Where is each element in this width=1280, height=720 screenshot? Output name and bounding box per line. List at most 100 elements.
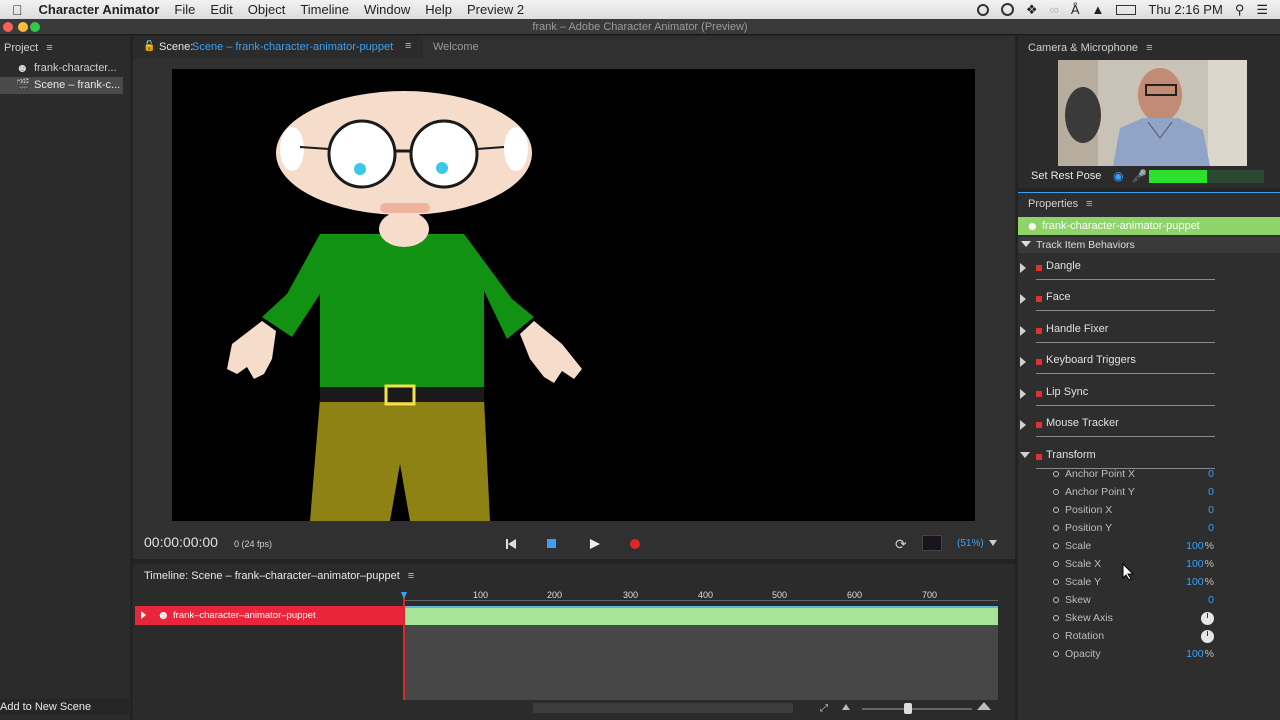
- track-bar[interactable]: [404, 606, 998, 625]
- dropbox-icon[interactable]: ❖: [1026, 2, 1038, 18]
- enable-toggle[interactable]: [1036, 391, 1042, 397]
- timeline-scrollbar[interactable]: [533, 703, 793, 713]
- zoom-slider-thumb[interactable]: [904, 703, 912, 714]
- zoom-level[interactable]: (51%): [957, 538, 984, 549]
- play-button[interactable]: [589, 537, 601, 549]
- menu-file[interactable]: File: [174, 2, 195, 17]
- behavior-keyboard-triggers[interactable]: Keyboard Triggers: [1018, 354, 1280, 384]
- properties-menu-icon[interactable]: ≡: [1086, 198, 1092, 210]
- go-to-start-button[interactable]: [505, 537, 517, 549]
- tab-welcome[interactable]: Welcome: [433, 41, 479, 53]
- playhead-handle[interactable]: [401, 592, 407, 599]
- param-anchor-point-y[interactable]: Anchor Point Y 0: [1018, 485, 1218, 503]
- menu-window[interactable]: Window: [364, 2, 410, 17]
- bluetooth-icon[interactable]: Å: [1071, 2, 1080, 17]
- param-rotation[interactable]: Rotation: [1018, 629, 1218, 647]
- timeline-ruler[interactable]: 100 200 300 400 500 600 700: [403, 588, 998, 604]
- param-value[interactable]: 100%: [1186, 540, 1214, 552]
- param-value[interactable]: 0: [1208, 486, 1214, 498]
- puppet-frank[interactable]: [172, 69, 975, 521]
- expand-track-icon[interactable]: [141, 611, 146, 619]
- add-to-new-scene-button[interactable]: Add to New Scene: [0, 699, 130, 715]
- search-icon[interactable]: ⚲: [1235, 2, 1245, 18]
- menu-timeline[interactable]: Timeline: [300, 2, 349, 17]
- behavior-mouse-tracker[interactable]: Mouse Tracker: [1018, 417, 1280, 447]
- param-value[interactable]: 0: [1208, 504, 1214, 516]
- menu-help[interactable]: Help: [425, 2, 452, 17]
- timeline-menu-icon[interactable]: ≡: [408, 570, 414, 582]
- scene-stage[interactable]: [172, 69, 975, 521]
- battery-icon[interactable]: [1116, 4, 1137, 15]
- param-position-x[interactable]: Position X 0: [1018, 503, 1218, 521]
- param-scale-x[interactable]: Scale X 100%: [1018, 557, 1218, 575]
- menu-preview[interactable]: Preview 2: [467, 2, 524, 17]
- background-color-swatch[interactable]: [922, 535, 942, 551]
- minimize-icon[interactable]: [18, 22, 28, 32]
- param-scale-y[interactable]: Scale Y 100%: [1018, 575, 1218, 593]
- expand-icon[interactable]: [1020, 420, 1026, 430]
- scene-menu-icon[interactable]: ≡: [405, 40, 411, 52]
- param-value[interactable]: 0: [1208, 468, 1214, 480]
- camera-icon[interactable]: ◉: [1113, 169, 1123, 183]
- zoom-in-icon[interactable]: [977, 702, 991, 710]
- enable-toggle[interactable]: [1036, 296, 1042, 302]
- apple-icon[interactable]: : [12, 2, 23, 18]
- project-item-scene[interactable]: 🎬 Scene – frank-c...: [0, 77, 123, 94]
- param-opacity[interactable]: Opacity 100%: [1018, 647, 1218, 665]
- enable-toggle[interactable]: [1036, 454, 1042, 460]
- clock[interactable]: Thu 2:16 PM: [1148, 2, 1222, 17]
- scene-tab[interactable]: 🔓 Scene: Scene – frank-character-animato…: [133, 36, 423, 58]
- timeline-tab[interactable]: Timeline: Scene – frank–character–animat…: [144, 570, 414, 582]
- notification-icon[interactable]: ☰: [1256, 2, 1268, 18]
- behavior-face[interactable]: Face: [1018, 291, 1280, 321]
- sync-icon[interactable]: [1000, 3, 1014, 16]
- param-value[interactable]: 100%: [1186, 558, 1214, 570]
- expand-icon[interactable]: [1020, 389, 1026, 399]
- puppet-header[interactable]: ☻ frank-character-animator-puppet: [1018, 217, 1280, 235]
- lock-icon[interactable]: 🔓: [143, 41, 155, 52]
- loop-icon[interactable]: ⟳: [895, 536, 907, 553]
- collapse-icon[interactable]: [1020, 452, 1030, 458]
- app-menu[interactable]: Character Animator: [39, 2, 160, 17]
- menu-object[interactable]: Object: [248, 2, 286, 17]
- track-item-behaviors-header[interactable]: Track Item Behaviors: [1018, 237, 1280, 253]
- param-skew[interactable]: Skew 0: [1018, 593, 1218, 611]
- camera-menu-icon[interactable]: ≡: [1146, 42, 1152, 54]
- wifi-icon[interactable]: ▲: [1092, 2, 1105, 17]
- set-rest-pose-button[interactable]: Set Rest Pose: [1031, 170, 1101, 182]
- expand-icon[interactable]: [1020, 357, 1026, 367]
- app-icon[interactable]: ∞: [1050, 2, 1059, 17]
- stop-button[interactable]: [547, 539, 556, 548]
- expand-icon[interactable]: [1020, 294, 1026, 304]
- param-value[interactable]: 100%: [1186, 576, 1214, 588]
- close-icon[interactable]: [3, 22, 13, 32]
- fit-icon[interactable]: ⤢: [820, 703, 828, 714]
- timecode[interactable]: 00:00:00:00: [144, 534, 218, 550]
- behavior-lip-sync[interactable]: Lip Sync: [1018, 386, 1280, 416]
- zoom-out-icon[interactable]: [842, 704, 850, 710]
- enable-toggle[interactable]: [1036, 359, 1042, 365]
- project-item-puppet[interactable]: ☻ frank-character...: [0, 59, 130, 77]
- param-skew-axis[interactable]: Skew Axis: [1018, 611, 1218, 629]
- chevron-down-icon[interactable]: [989, 540, 997, 546]
- expand-icon[interactable]: [1020, 263, 1026, 273]
- param-value[interactable]: 100%: [1186, 648, 1214, 660]
- project-menu-icon[interactable]: ≡: [46, 42, 52, 54]
- param-position-y[interactable]: Position Y 0: [1018, 521, 1218, 539]
- expand-icon[interactable]: [1020, 326, 1026, 336]
- param-value[interactable]: 0: [1208, 522, 1214, 534]
- camera-tab[interactable]: Camera & Microphone ≡: [1028, 42, 1152, 54]
- collapse-icon[interactable]: [1021, 241, 1031, 247]
- angle-knob[interactable]: [1201, 612, 1214, 625]
- angle-knob[interactable]: [1201, 630, 1214, 643]
- project-tab[interactable]: Project ≡: [4, 42, 53, 54]
- param-scale[interactable]: Scale 100%: [1018, 539, 1218, 557]
- zoom-slider[interactable]: [862, 708, 972, 710]
- behavior-dangle[interactable]: Dangle: [1018, 260, 1280, 290]
- playhead[interactable]: [403, 593, 405, 700]
- record-icon[interactable]: [976, 3, 989, 16]
- enable-toggle[interactable]: [1036, 328, 1042, 334]
- properties-tab[interactable]: Properties ≡: [1028, 198, 1093, 210]
- zoom-icon[interactable]: [30, 22, 40, 32]
- enable-toggle[interactable]: [1036, 422, 1042, 428]
